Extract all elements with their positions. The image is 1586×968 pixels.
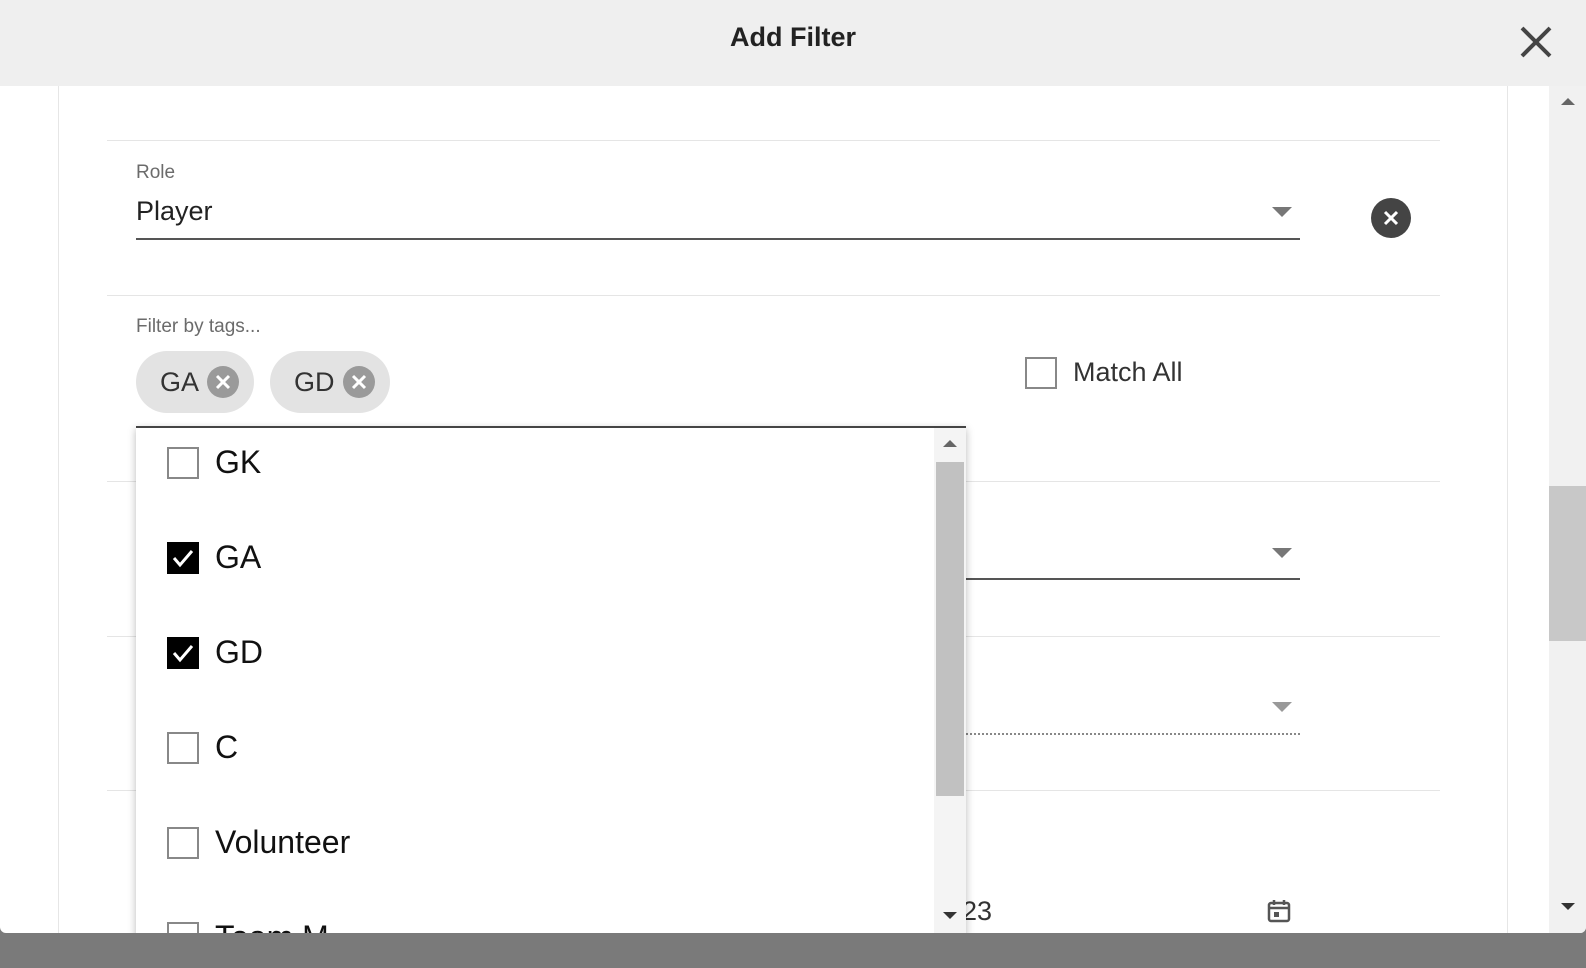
page-scrollbar[interactable]	[1549, 86, 1586, 933]
disabled-select-underline	[966, 733, 1300, 735]
calendar-button[interactable]	[1266, 898, 1292, 924]
tags-label: Filter by tags...	[136, 316, 261, 337]
tag-option-label: GD	[215, 634, 263, 670]
tag-option[interactable]: GA	[136, 517, 932, 612]
role-select[interactable]: Player	[136, 186, 1300, 240]
close-icon	[1520, 26, 1552, 58]
tag-option-label: GK	[215, 444, 262, 480]
tag-chip: GD	[270, 351, 390, 413]
dropdown-scrollbar-thumb[interactable]	[936, 462, 964, 796]
row-divider	[107, 295, 1440, 296]
tag-option-checkbox	[167, 732, 199, 764]
tag-chip-label: GA	[160, 367, 200, 397]
tag-option-label: C	[215, 729, 239, 765]
tag-option[interactable]: GK	[136, 428, 932, 517]
clear-circle-icon	[1383, 210, 1399, 226]
role-label: Role	[136, 162, 176, 183]
tag-option-checkbox	[167, 447, 199, 479]
chevron-down-icon	[1272, 548, 1292, 558]
role-select-underline	[136, 238, 1300, 240]
tag-option-checkbox	[167, 827, 199, 859]
page-scrollbar-thumb[interactable]	[1549, 486, 1586, 641]
remove-role-filter-button[interactable]	[1371, 198, 1411, 238]
tag-option[interactable]: C	[136, 707, 932, 802]
dropdown-scrollbar[interactable]	[934, 428, 966, 933]
close-button[interactable]	[1516, 22, 1556, 62]
tag-option-label: Team M	[215, 919, 329, 933]
row-divider	[107, 140, 1440, 141]
tag-option[interactable]: Volunteer	[136, 802, 932, 897]
tag-chip: GA	[136, 351, 254, 413]
tag-option-checkbox	[167, 637, 199, 669]
select-underline	[966, 578, 1300, 580]
remove-chip-icon	[351, 374, 367, 390]
tag-option-checkbox	[167, 922, 199, 933]
scroll-up-arrow-icon[interactable]	[943, 440, 957, 447]
filter-select-row[interactable]	[966, 531, 1300, 581]
tag-option[interactable]: Team M	[136, 897, 932, 933]
modal-header: Add Filter	[0, 0, 1586, 86]
checkmark-icon	[172, 550, 194, 568]
scroll-down-arrow-icon[interactable]	[1561, 903, 1575, 910]
match-all-label: Match All	[1073, 357, 1183, 387]
disabled-select-row	[966, 686, 1300, 736]
modal-title: Add Filter	[730, 22, 856, 52]
match-all-checkbox[interactable]: Match All	[1025, 354, 1205, 394]
scroll-up-arrow-icon[interactable]	[1561, 98, 1575, 105]
calendar-icon	[1267, 900, 1291, 923]
tag-chip-label: GD	[294, 367, 335, 397]
tag-option[interactable]: GD	[136, 612, 932, 707]
role-select-value: Player	[136, 196, 213, 226]
add-filter-modal: Add Filter Role Player Filter by tags...…	[0, 0, 1586, 933]
match-all-checkbox-box	[1025, 357, 1057, 389]
remove-chip-button[interactable]	[343, 366, 375, 398]
tag-option-checkbox	[167, 542, 199, 574]
remove-chip-icon	[215, 374, 231, 390]
tags-dropdown-list: GK GA GD C Volunteer	[136, 426, 966, 933]
chevron-down-icon	[1272, 207, 1292, 217]
checkmark-icon	[172, 645, 194, 663]
date-field-value[interactable]: 23	[962, 896, 992, 927]
tag-option-label: GA	[215, 539, 262, 575]
remove-chip-button[interactable]	[207, 366, 239, 398]
tag-option-label: Volunteer	[215, 824, 351, 860]
scroll-down-arrow-icon[interactable]	[943, 912, 957, 919]
chevron-down-icon	[1272, 702, 1292, 712]
